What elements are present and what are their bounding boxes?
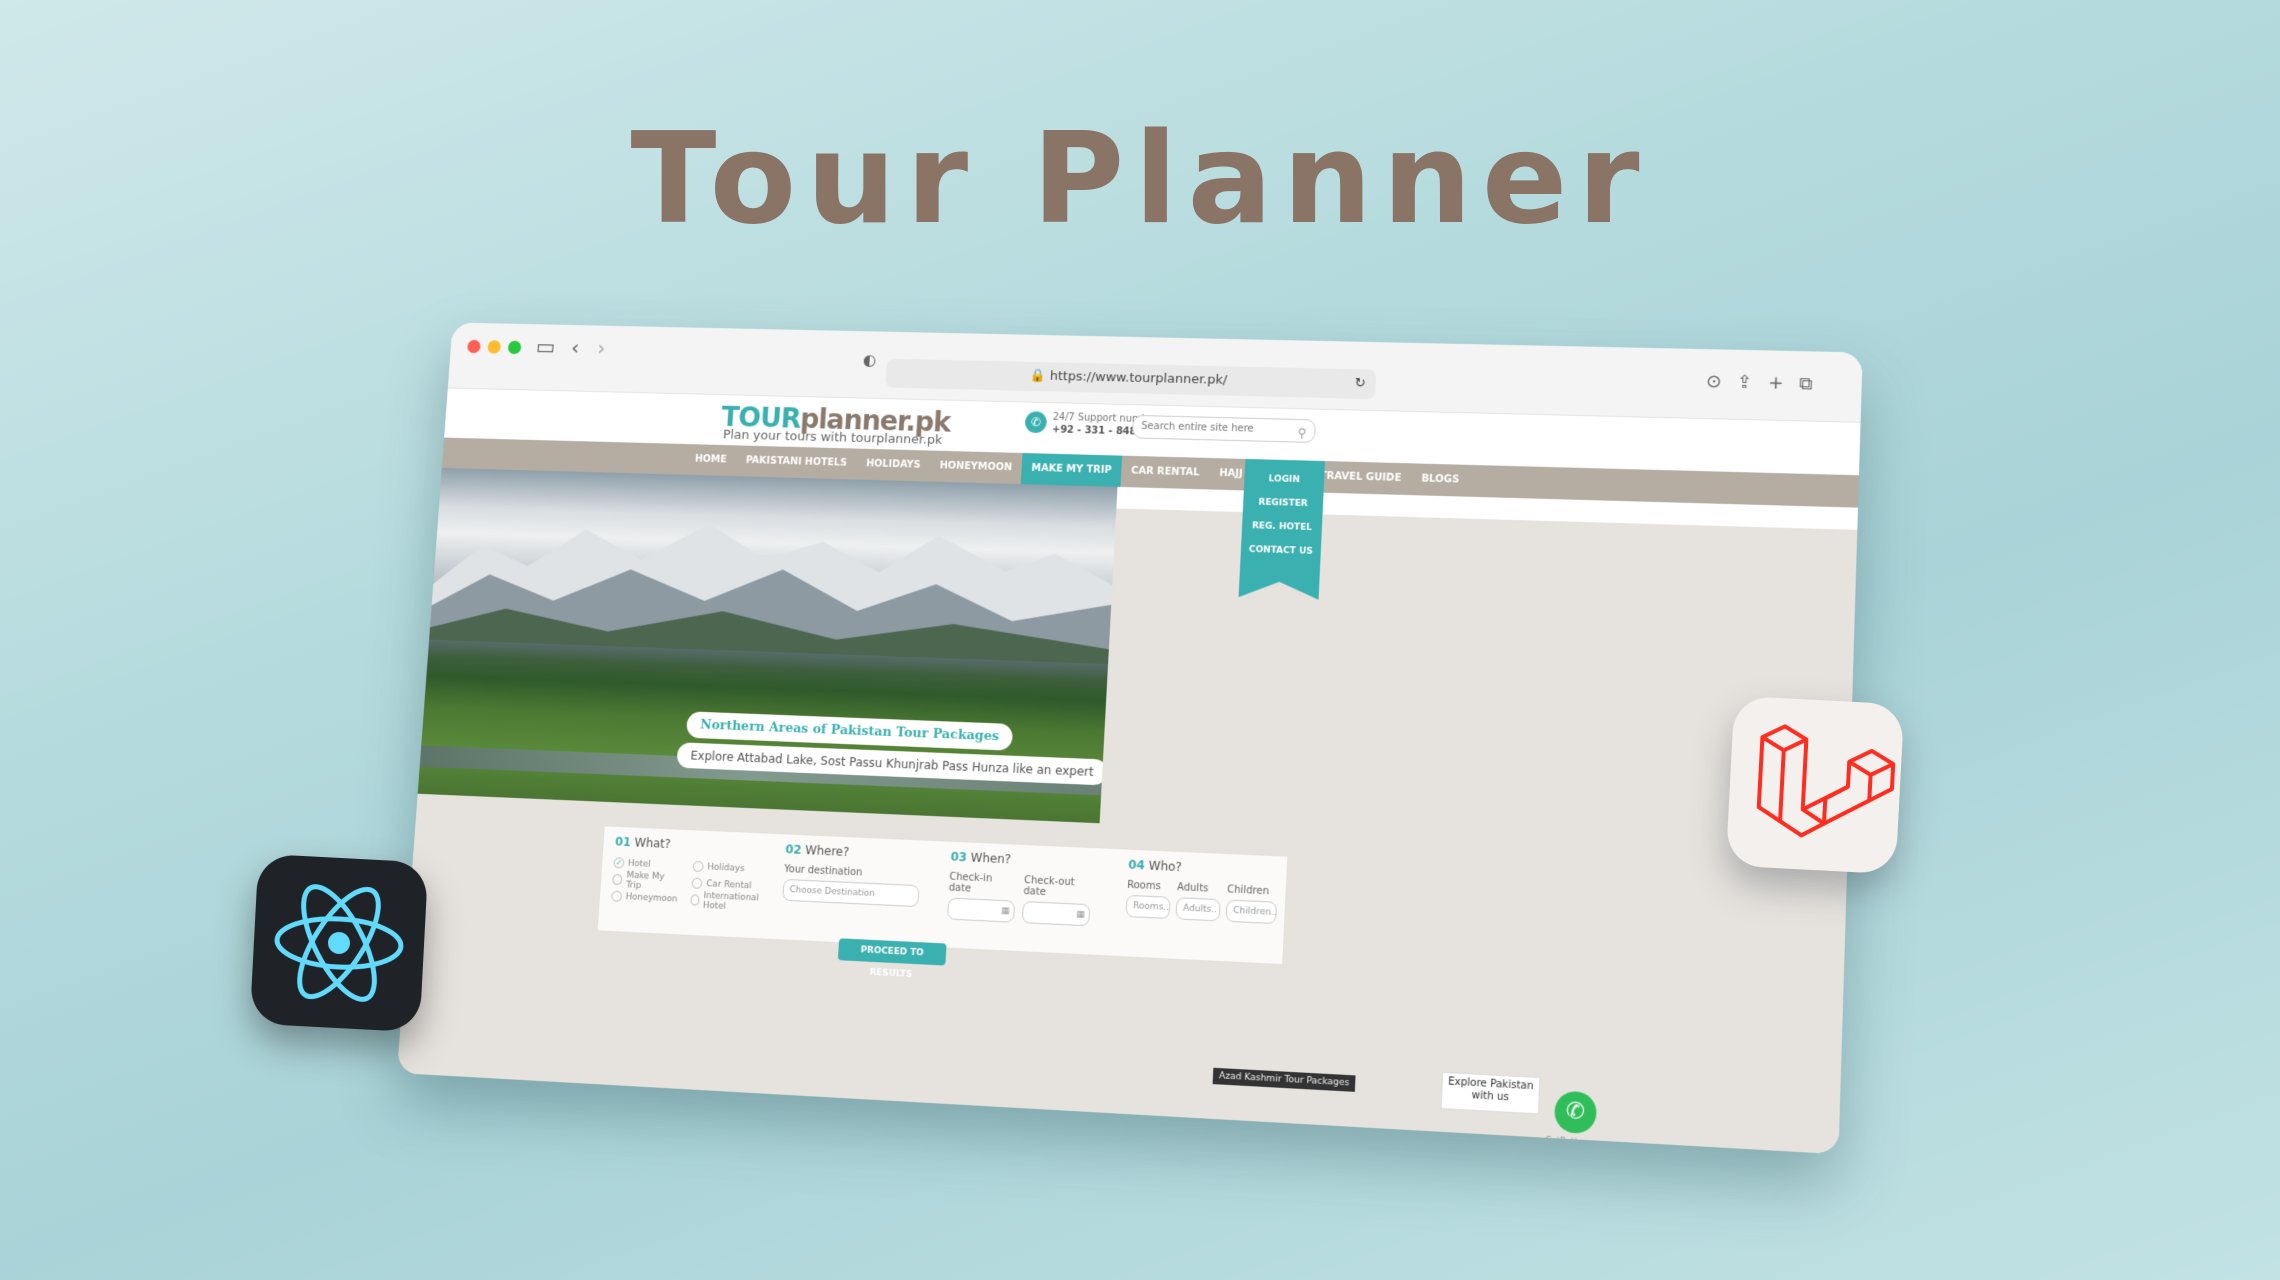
what-number: 01 <box>614 834 632 850</box>
laravel-icon <box>1756 724 1896 838</box>
option-holidays-label: Holidays <box>707 862 745 874</box>
web-page: TOURplanner.pk Plan your tours with tour… <box>396 388 1861 1155</box>
what-label: What? <box>634 835 672 851</box>
sidebar-icon[interactable]: ▭ <box>535 336 556 360</box>
nav-car-rental[interactable]: CAR RENTAL <box>1121 456 1211 490</box>
who-section: 04 Who? Rooms Rooms.. Adults Adults.. Ch… <box>1125 858 1284 925</box>
radio-icon <box>690 894 700 906</box>
nav-blogs[interactable]: BLOGS <box>1411 463 1471 496</box>
phone-icon: ✆ <box>1024 411 1048 434</box>
new-tab-icon[interactable]: + <box>1768 372 1784 393</box>
close-window-button[interactable] <box>466 339 481 354</box>
search-placeholder: Search entire site here <box>1141 420 1254 435</box>
when-label: When? <box>970 850 1012 867</box>
children-placeholder: Children.. <box>1232 905 1277 919</box>
check-icon: ✓ <box>613 857 625 869</box>
where-label: Where? <box>804 843 850 860</box>
when-heading: 03 When? <box>950 850 1099 871</box>
when-section: 03 When? Check-in date ▦ Check-out date … <box>947 850 1099 927</box>
where-number: 02 <box>785 842 803 857</box>
nav-holidays[interactable]: HOLIDAYS <box>856 449 931 482</box>
tabs-overview-icon[interactable]: ⧉ <box>1799 373 1813 394</box>
radio-icon <box>612 873 623 886</box>
azad-kashmir-link[interactable]: Azad Kashmir Tour Packages <box>1212 1067 1356 1092</box>
what-heading: 01 What? <box>615 835 769 856</box>
radio-icon <box>691 877 703 889</box>
page-title: Tour Planner <box>630 105 1650 252</box>
login-link[interactable]: LOGIN <box>1244 467 1325 493</box>
who-label: Who? <box>1148 858 1183 875</box>
destination-input[interactable]: Choose Destination <box>782 878 920 908</box>
when-number: 03 <box>950 849 968 865</box>
react-logo-tile <box>249 853 429 1033</box>
rooms-label: Rooms <box>1126 879 1162 893</box>
shield-icon[interactable]: ◐ <box>862 350 876 369</box>
laravel-logo-tile <box>1725 695 1905 875</box>
option-car-rental-label: Car Rental <box>706 878 752 891</box>
option-international-hotel[interactable]: International Hotel <box>690 890 765 912</box>
adults-placeholder: Adults.. <box>1182 903 1218 916</box>
rooms-input[interactable]: Rooms.. <box>1125 894 1171 920</box>
browser-window: ▭ ‹ › ◐ 🔒 https://www.tourplanner.pk/↻ ⊙… <box>396 322 1863 1155</box>
radio-icon <box>692 860 705 873</box>
where-section: 02 Where? Your destination Choose Destin… <box>782 842 931 908</box>
react-icon <box>274 884 404 1002</box>
who-heading: 04 Who? <box>1128 858 1284 879</box>
option-hotel-label: Hotel <box>627 858 651 870</box>
contact-us-link[interactable]: CONTACT US <box>1240 538 1321 564</box>
url-text: https://www.tourplanner.pk/ <box>1049 369 1228 388</box>
what-section: 01 What? ✓ Hotel Make My Trip Honeymoon H… <box>611 835 769 912</box>
adults-label: Adults <box>1176 882 1209 895</box>
nav-pakistani-hotels[interactable]: PAKISTANI HOTELS <box>735 445 857 479</box>
maximize-window-button[interactable] <box>507 340 522 355</box>
radio-icon <box>611 890 623 902</box>
option-make-my-trip-label: Make My Trip <box>625 870 665 891</box>
account-ribbon: LOGIN REGISTER REG. HOTEL CONTACT US <box>1239 459 1325 600</box>
option-international-hotel-label: International Hotel <box>702 890 760 912</box>
search-icon[interactable]: ⚲ <box>1297 422 1307 444</box>
proceed-to-results-button[interactable]: PROCEED TO RESULTS <box>837 938 947 980</box>
back-icon[interactable]: ‹ <box>570 336 580 360</box>
destination-placeholder: Choose Destination <box>789 885 876 900</box>
calendar-icon[interactable]: ▦ <box>1076 905 1086 925</box>
nav-honeymoon[interactable]: HONEYMOON <box>929 451 1022 485</box>
checkin-label: Check-in date <box>948 871 993 895</box>
adults-input[interactable]: Adults.. <box>1175 897 1221 922</box>
checkin-input[interactable]: ▦ <box>947 897 1016 923</box>
share-icon[interactable]: ⇪ <box>1737 372 1753 393</box>
chat-bubble[interactable]: Explore Pakistan with us <box>1440 1071 1541 1115</box>
address-bar[interactable]: 🔒 https://www.tourplanner.pk/↻ <box>885 358 1377 400</box>
children-input[interactable]: Children.. <box>1225 899 1278 925</box>
forward-icon[interactable]: › <box>596 337 606 361</box>
hero-slide-image: Northern Areas of Pakistan Tour Packages… <box>408 467 1118 824</box>
nav-home[interactable]: HOME <box>684 444 737 476</box>
reload-icon[interactable]: ↻ <box>1354 369 1366 399</box>
rooms-placeholder: Rooms.. <box>1132 901 1170 913</box>
getbutton-credit[interactable]: GetButton <box>1545 1136 1588 1148</box>
mountain-illustration <box>419 515 1115 665</box>
option-honeymoon-label: Honeymoon <box>625 891 678 905</box>
calendar-icon[interactable]: ▦ <box>1001 901 1011 921</box>
whatsapp-icon[interactable]: ✆ <box>1553 1090 1598 1135</box>
nav-make-my-trip[interactable]: MAKE MY TRIP <box>1020 452 1123 487</box>
site-search-input[interactable]: Search entire site here ⚲ <box>1131 414 1317 444</box>
checkout-input[interactable]: ▦ <box>1021 901 1091 927</box>
download-icon[interactable]: ⊙ <box>1706 371 1722 392</box>
where-heading: 02 Where? <box>785 842 931 862</box>
register-link[interactable]: REGISTER <box>1243 490 1324 516</box>
who-number: 04 <box>1127 857 1146 873</box>
children-label: Children <box>1226 884 1270 898</box>
register-hotel-link[interactable]: REG. HOTEL <box>1242 514 1323 540</box>
minimize-window-button[interactable] <box>487 340 502 354</box>
checkout-label: Check-out date <box>1023 875 1075 899</box>
